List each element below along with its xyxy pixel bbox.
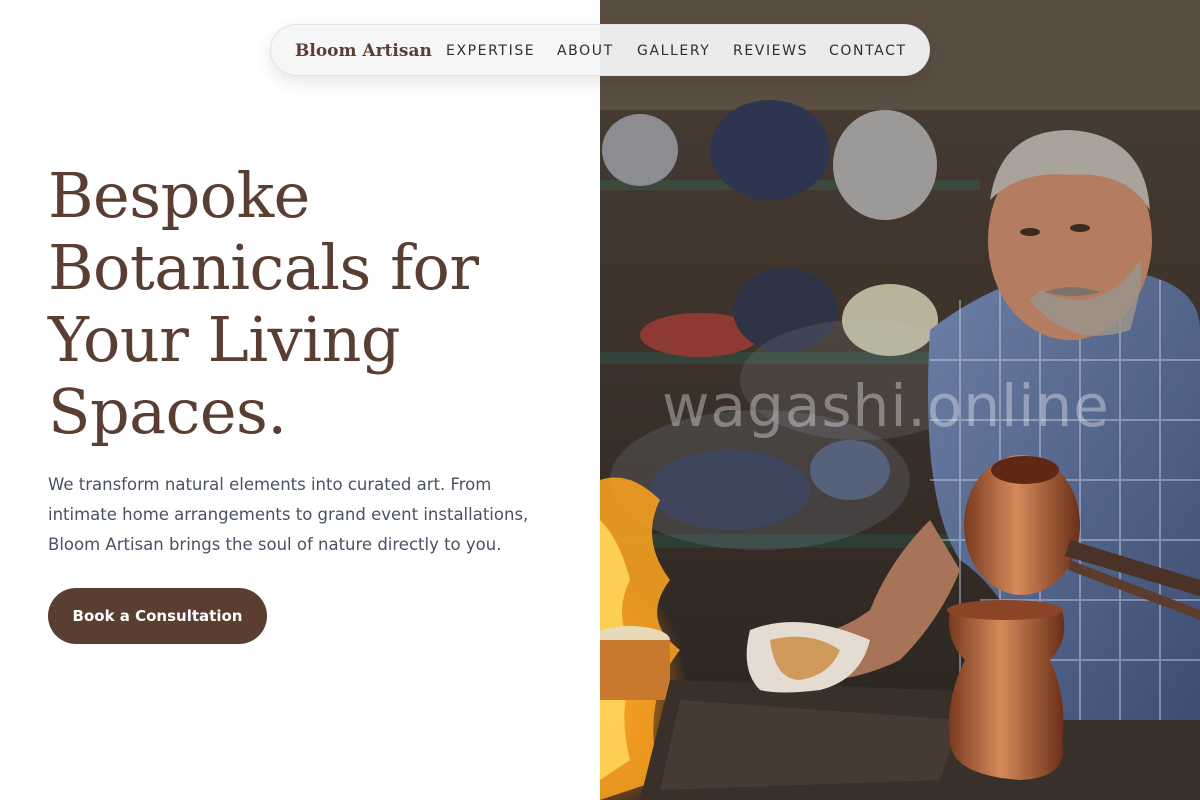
hero-title-line: Your Living	[48, 303, 401, 376]
hero-description-line: We transform natural elements into curat…	[48, 475, 492, 494]
hero-title-line: Botanicals for	[48, 231, 479, 304]
brand-logo[interactable]: Bloom Artisan	[295, 25, 432, 77]
hero-title: Bespoke Botanicals for Your Living Space…	[48, 160, 568, 448]
nav-link-gallery[interactable]: GALLERY	[637, 25, 710, 77]
nav-link-contact[interactable]: CONTACT	[829, 25, 907, 77]
hero-image-panel: wagashi.online	[600, 0, 1200, 800]
nav-link-reviews[interactable]: REVIEWS	[733, 25, 808, 77]
hero-title-line: Spaces.	[48, 375, 287, 448]
hero-text-panel: Bespoke Botanicals for Your Living Space…	[0, 0, 600, 800]
top-navigation-bar: Bloom Artisan EXPERTISE ABOUT GALLERY RE…	[270, 24, 930, 76]
landing-page: Bespoke Botanicals for Your Living Space…	[0, 0, 1200, 800]
watermark-text: wagashi.online	[662, 372, 1110, 440]
nav-link-expertise[interactable]: EXPERTISE	[446, 25, 535, 77]
nav-link-about[interactable]: ABOUT	[557, 25, 614, 77]
hero-title-line: Bespoke	[48, 159, 310, 232]
book-consultation-button[interactable]: Book a Consultation	[48, 588, 267, 644]
hero-description-line: intimate home arrangements to grand even…	[48, 505, 529, 524]
hero-description-line: Bloom Artisan brings the soul of nature …	[48, 535, 502, 554]
hero-description: We transform natural elements into curat…	[48, 470, 548, 560]
